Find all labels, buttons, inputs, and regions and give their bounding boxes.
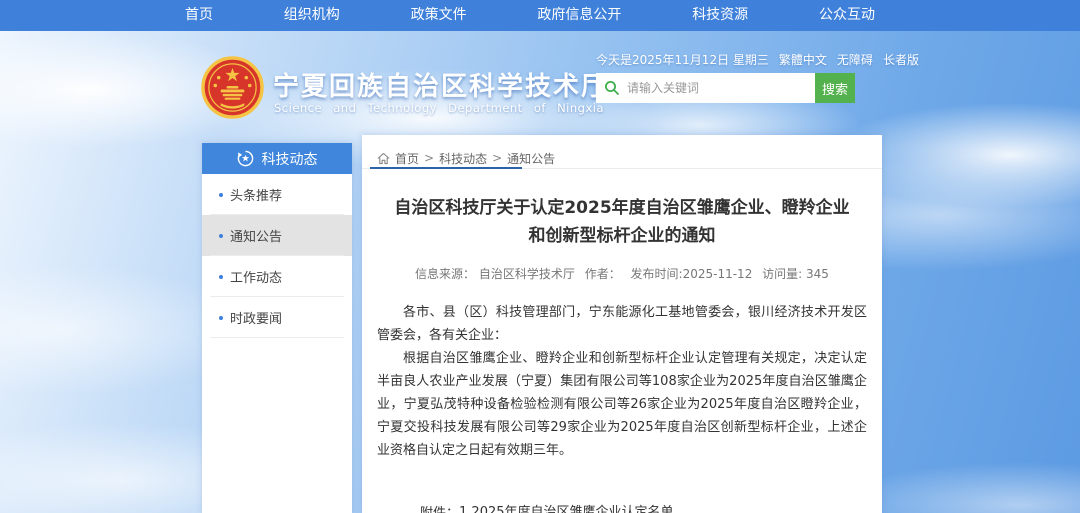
- bullet-dot-icon: [219, 316, 223, 320]
- link-accessibility[interactable]: 无障碍: [837, 51, 873, 68]
- breadcrumb: 首页 > 科技动态 > 通知公告: [377, 135, 867, 167]
- meta-publish-date: 发布时间:2025-11-12: [631, 267, 753, 281]
- article-body: 各市、县（区）科技管理部门，宁东能源化工基地管委会，银川经济技术开发区管委会，各…: [377, 301, 867, 462]
- top-nav-items: 首页 组织机构 政策文件 政府信息公开 科技资源 公众互动: [175, 0, 885, 31]
- search-input[interactable]: [627, 73, 815, 103]
- attachment-link-1[interactable]: 1.2025年度自治区雏鹰企业认定名单: [459, 502, 713, 513]
- attachments-label: 附件：: [420, 502, 459, 513]
- site-subtitle: Science and Technology Department of Nin…: [274, 101, 552, 115]
- link-traditional-chinese[interactable]: 繁體中文: [779, 51, 827, 68]
- main-content-panel: 首页 > 科技动态 > 通知公告 自治区科技厅关于认定2025年度自治区雏鹰企业…: [362, 135, 882, 513]
- article-paragraph: 各市、县（区）科技管理部门，宁东能源化工基地管委会，银川经济技术开发区管委会，各…: [377, 301, 867, 347]
- sidebar-title: 科技动态: [262, 149, 318, 169]
- breadcrumb-separator: >: [424, 151, 434, 165]
- breadcrumb-home[interactable]: 首页: [395, 150, 419, 167]
- header-right: 今天是2025年11月12日 星期三 繁體中文 无障碍 长者版 搜索: [596, 51, 872, 68]
- bullet-dot-icon: [219, 234, 223, 238]
- nav-item-gov-info-disclosure[interactable]: 政府信息公开: [527, 0, 631, 31]
- bullet-dot-icon: [219, 193, 223, 197]
- sidebar-item-current-politics[interactable]: 时政要闻: [202, 297, 352, 338]
- sidebar-item-notices[interactable]: 通知公告: [202, 215, 352, 256]
- search-box: [596, 73, 815, 103]
- top-nav: 首页 组织机构 政策文件 政府信息公开 科技资源 公众互动: [0, 0, 1080, 31]
- sidebar-header: 科技动态: [202, 143, 352, 174]
- article-title-line2: 和创新型标杆企业的通知: [377, 222, 867, 250]
- article-title: 自治区科技厅关于认定2025年度自治区雏鹰企业、瞪羚企业 和创新型标杆企业的通知: [377, 194, 867, 250]
- nav-item-sci-tech-resources[interactable]: 科技资源: [682, 0, 758, 31]
- link-elderly-version[interactable]: 长者版: [883, 51, 919, 68]
- breadcrumb-notices[interactable]: 通知公告: [507, 150, 555, 167]
- sidebar-item-headlines[interactable]: 头条推荐: [202, 174, 352, 215]
- sci-tech-news-icon: [237, 150, 254, 167]
- nav-item-organization[interactable]: 组织机构: [274, 0, 350, 31]
- sidebar-item-label: 头条推荐: [230, 185, 282, 204]
- meta-author: 作者：: [585, 267, 621, 281]
- nav-item-policy-documents[interactable]: 政策文件: [401, 0, 477, 31]
- search-icon: [604, 80, 620, 96]
- sidebar-item-label: 工作动态: [230, 267, 282, 286]
- nav-item-public-interaction[interactable]: 公众互动: [809, 0, 885, 31]
- sidebar-item-label: 通知公告: [230, 226, 282, 245]
- attachments-section: 附件： 1.2025年度自治区雏鹰企业认定名单 2.2025年度自治区瞪羚企业认…: [420, 502, 867, 513]
- sidebar: 科技动态 头条推荐 通知公告 工作动态 时政要闻: [202, 143, 352, 513]
- meta-views: 访问量: 345: [762, 267, 829, 281]
- sidebar-item-work-updates[interactable]: 工作动态: [202, 256, 352, 297]
- article-paragraph: 根据自治区雏鹰企业、瞪羚企业和创新型标杆企业认定管理有关规定，决定认定半亩良人农…: [377, 347, 867, 462]
- article-title-line1: 自治区科技厅关于认定2025年度自治区雏鹰企业、瞪羚企业: [377, 194, 867, 222]
- bullet-dot-icon: [219, 275, 223, 279]
- site-title: 宁夏回族自治区科学技术厅: [273, 66, 609, 103]
- today-date: 今天是2025年11月12日 星期三: [596, 51, 769, 68]
- breadcrumb-sci-tech-news[interactable]: 科技动态: [439, 150, 487, 167]
- national-emblem-logo: [201, 56, 264, 119]
- article-meta: 信息来源： 自治区科学技术厅 作者： 发布时间:2025-11-12 访问量: …: [377, 265, 867, 282]
- breadcrumb-separator: >: [492, 151, 502, 165]
- home-icon: [377, 152, 390, 165]
- breadcrumb-divider: [377, 167, 867, 169]
- search-button[interactable]: 搜索: [815, 73, 855, 103]
- meta-source: 信息来源： 自治区科学技术厅: [415, 267, 575, 281]
- nav-item-home[interactable]: 首页: [175, 0, 223, 31]
- sidebar-item-label: 时政要闻: [230, 308, 282, 327]
